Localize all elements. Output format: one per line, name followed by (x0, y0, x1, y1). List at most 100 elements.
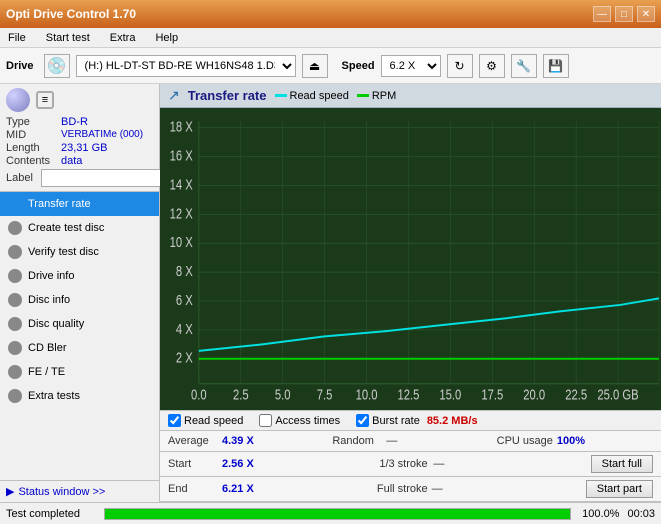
cpu-usage-key: CPU usage (497, 435, 553, 447)
app-title: Opti Drive Control 1.70 (6, 7, 136, 21)
right-panel: ↗ Transfer rate Read speed RPM (160, 84, 661, 502)
refresh-button[interactable]: ↻ (447, 54, 473, 78)
label-key: Label (6, 172, 41, 184)
nav-create-test-disc[interactable]: Create test disc (0, 216, 159, 240)
nav-verify-label: Verify test disc (28, 246, 99, 258)
nav-fe-te[interactable]: FE / TE (0, 360, 159, 384)
disc-length-row: Length 23,31 GB (6, 142, 153, 154)
drive-select[interactable]: (H:) HL-DT-ST BD-RE WH16NS48 1.D3 (76, 55, 296, 77)
chart-svg: 18 X 16 X 14 X 12 X 10 X 8 X 6 X 4 X 2 X… (160, 108, 661, 410)
nav-cd-bler-label: CD Bler (28, 342, 67, 354)
eject-button[interactable]: ⏏ (302, 54, 328, 78)
config-button1[interactable]: ⚙ (479, 54, 505, 78)
nav-cd-bler[interactable]: CD Bler (0, 336, 159, 360)
access-times-checkbox[interactable] (259, 414, 272, 427)
full-stroke-val: — (432, 483, 443, 495)
maximize-button[interactable]: □ (615, 6, 633, 22)
nav-disc-quality[interactable]: Disc quality (0, 312, 159, 336)
config-button2[interactable]: 🔧 (511, 54, 537, 78)
svg-text:12.5: 12.5 (398, 386, 420, 403)
speed-label: Speed (342, 60, 375, 72)
legend-rpm-label: RPM (372, 90, 396, 102)
svg-text:8 X: 8 X (176, 263, 193, 280)
legend-rpm: RPM (357, 90, 396, 102)
average-key: Average (168, 435, 218, 447)
start-full-button[interactable]: Start full (591, 455, 653, 473)
action-row1: Start 2.56 X 1/3 stroke — Start full (160, 452, 661, 477)
drive-icon: 💿 (44, 54, 70, 78)
legend-read-speed: Read speed (275, 90, 349, 102)
svg-text:14 X: 14 X (170, 176, 193, 193)
contents-key: Contents (6, 155, 61, 167)
legend-read-speed-label: Read speed (290, 90, 349, 102)
contents-val: data (61, 155, 82, 167)
chart-controls: Read speed Access times Burst rate 85.2 … (160, 410, 661, 431)
label-input[interactable] (41, 169, 179, 187)
menu-help[interactable]: Help (151, 31, 182, 45)
end-key: End (168, 483, 218, 495)
disc-label-row: Label ⚙ (6, 169, 153, 187)
nav-drive-info[interactable]: Drive info (0, 264, 159, 288)
stroke1-3-val: — (433, 458, 444, 470)
status-window-label: Status window >> (18, 486, 105, 498)
disc-settings-icon[interactable]: ≡ (36, 91, 54, 109)
random-stat: Random — (332, 435, 488, 447)
chart-header: ↗ Transfer rate Read speed RPM (160, 84, 661, 108)
average-val: 4.39 X (222, 435, 254, 447)
svg-text:25.0 GB: 25.0 GB (597, 386, 638, 403)
menu-file[interactable]: File (4, 31, 30, 45)
save-button[interactable]: 💾 (543, 54, 569, 78)
drive-info-icon (8, 269, 22, 283)
nav-disc-info[interactable]: Disc info (0, 288, 159, 312)
time-display: 00:03 (627, 508, 655, 520)
nav-create-label: Create test disc (28, 222, 104, 234)
random-val: — (386, 435, 397, 447)
status-window-icon: ▶ (6, 485, 14, 498)
disc-info-grid: Type BD-R MID VERBATIMe (000) Length 23,… (6, 116, 153, 187)
svg-text:15.0: 15.0 (439, 386, 461, 403)
svg-text:10.0: 10.0 (356, 386, 378, 403)
type-key: Type (6, 116, 61, 128)
nav-verify-test-disc[interactable]: Verify test disc (0, 240, 159, 264)
status-text: Test completed (6, 508, 96, 520)
disc-header: ≡ (6, 88, 153, 112)
svg-text:6 X: 6 X (176, 292, 193, 309)
burst-rate-checkbox[interactable] (356, 414, 369, 427)
left-panel: ≡ Type BD-R MID VERBATIMe (000) Length 2… (0, 84, 160, 502)
legend-rpm-color (357, 94, 369, 97)
menu-start-test[interactable]: Start test (42, 31, 94, 45)
minimize-button[interactable]: — (593, 6, 611, 22)
nav-transfer-rate-label: Transfer rate (28, 198, 91, 210)
toolbar: Drive 💿 (H:) HL-DT-ST BD-RE WH16NS48 1.D… (0, 48, 661, 84)
close-button[interactable]: ✕ (637, 6, 655, 22)
access-times-check-item: Access times (259, 414, 340, 427)
length-key: Length (6, 142, 61, 154)
svg-text:0.0: 0.0 (191, 386, 207, 403)
extra-tests-icon (8, 389, 22, 403)
status-window-button[interactable]: ▶ Status window >> (0, 480, 159, 502)
stroke1-stat: 1/3 stroke — (379, 458, 582, 470)
end-stat: End 6.21 X (168, 483, 369, 495)
action-row2: End 6.21 X Full stroke — Start part (160, 477, 661, 502)
create-test-disc-icon (8, 221, 22, 235)
nav-transfer-rate[interactable]: Transfer rate (0, 192, 159, 216)
start-part-button[interactable]: Start part (586, 480, 653, 498)
nav-fe-te-label: FE / TE (28, 366, 65, 378)
svg-text:4 X: 4 X (176, 320, 193, 337)
svg-text:18 X: 18 X (170, 118, 193, 135)
chart-icon: ↗ (168, 87, 180, 104)
svg-text:7.5: 7.5 (317, 386, 333, 403)
fe-te-icon (8, 365, 22, 379)
read-speed-checkbox[interactable] (168, 414, 181, 427)
speed-select[interactable]: 6.2 X (381, 55, 441, 77)
window-controls: — □ ✕ (593, 6, 655, 22)
disc-info-icon (8, 293, 22, 307)
menubar: File Start test Extra Help (0, 28, 661, 48)
start-val: 2.56 X (222, 458, 254, 470)
nav-extra-tests[interactable]: Extra tests (0, 384, 159, 408)
read-speed-check-item: Read speed (168, 414, 243, 427)
end-val: 6.21 X (222, 483, 254, 495)
progress-bar-fill (105, 509, 570, 519)
mid-val: VERBATIMe (000) (61, 129, 143, 141)
menu-extra[interactable]: Extra (106, 31, 140, 45)
